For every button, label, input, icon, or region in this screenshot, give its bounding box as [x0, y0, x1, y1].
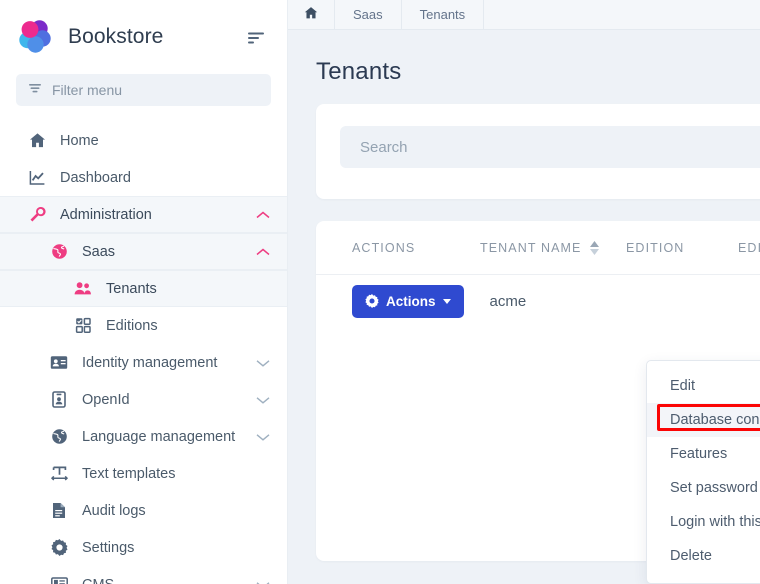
filter-menu-wrapper: [0, 74, 287, 106]
search-card: [316, 104, 760, 199]
sidebar-item-home[interactable]: Home: [0, 122, 287, 159]
filter-icon: [28, 81, 42, 100]
row-actions-button[interactable]: Actions: [352, 285, 464, 318]
breadcrumb-item-tenants[interactable]: Tenants: [402, 0, 485, 29]
sidebar-item-identity-management[interactable]: Identity management: [0, 344, 287, 381]
column-header-tenant-name[interactable]: TENANT NAME: [480, 241, 626, 255]
sidebar-nav: Home Dashboard Administration: [0, 122, 287, 584]
document-icon: [48, 502, 70, 519]
table-header-row: ACTIONS TENANT NAME EDITION EDIT: [316, 221, 760, 275]
sidebar-item-audit-logs[interactable]: Audit logs: [0, 492, 287, 529]
cell-tenant-name: acme: [490, 293, 527, 310]
sidebar-item-openid[interactable]: OpenId: [0, 381, 287, 418]
chevron-down-icon[interactable]: [255, 358, 271, 368]
sidebar-item-text-templates[interactable]: Text templates: [0, 455, 287, 492]
menu-item-delete[interactable]: Delete: [647, 539, 760, 573]
globe-icon: [48, 428, 70, 445]
row-actions-button-label: Actions: [386, 294, 436, 309]
search-box[interactable]: [340, 126, 760, 168]
column-header-edit-truncated: EDIT: [738, 241, 760, 255]
actions-dropdown-menu: Edit Database connection strings Feature…: [646, 360, 760, 584]
sidebar-item-tenants[interactable]: Tenants: [0, 270, 287, 307]
sort-arrows-icon[interactable]: [590, 241, 599, 255]
column-header-label: TENANT NAME: [480, 241, 581, 255]
sidebar-item-label: Saas: [82, 244, 115, 260]
grid-squares-icon: [72, 317, 94, 334]
wrench-icon: [26, 206, 48, 223]
breadcrumb-item-saas[interactable]: Saas: [335, 0, 402, 29]
home-icon: [304, 6, 318, 23]
sidebar-item-label: OpenId: [82, 392, 130, 408]
chevron-up-icon[interactable]: [255, 210, 271, 220]
page-title: Tenants: [288, 30, 760, 104]
chevron-down-icon[interactable]: [255, 580, 271, 584]
sidebar-item-cms[interactable]: CMS: [0, 566, 287, 584]
chart-line-icon: [26, 169, 48, 186]
chevron-down-icon[interactable]: [255, 432, 271, 442]
filter-menu-box[interactable]: [16, 74, 271, 106]
chevron-up-icon[interactable]: [255, 247, 271, 257]
globe-icon: [48, 243, 70, 260]
sidebar-item-settings[interactable]: Settings: [0, 529, 287, 566]
search-input[interactable]: [360, 139, 756, 156]
sidebar-item-administration[interactable]: Administration: [0, 196, 287, 233]
text-width-icon: [48, 466, 70, 481]
column-header-edition: EDITION: [626, 241, 738, 255]
filter-menu-input[interactable]: [52, 82, 259, 98]
sidebar-item-label: Dashboard: [60, 170, 131, 186]
menu-collapse-icon[interactable]: [243, 24, 269, 50]
sidebar-item-label: CMS: [82, 577, 114, 584]
main-content: Saas Tenants Tenants ACTIONS TENANT NAME…: [288, 0, 760, 584]
sidebar-item-label: Audit logs: [82, 503, 146, 519]
sidebar-item-label: Text templates: [82, 466, 176, 482]
sidebar-item-dashboard[interactable]: Dashboard: [0, 159, 287, 196]
sidebar-item-label: Settings: [82, 540, 134, 556]
menu-item-login-with-this-tenant[interactable]: Login with this tenant: [647, 505, 760, 539]
id-card-icon: [48, 355, 70, 370]
gear-icon: [48, 539, 70, 556]
brand-name: Bookstore: [68, 25, 163, 49]
newspaper-icon: [48, 577, 70, 584]
sidebar-item-saas[interactable]: Saas: [0, 233, 287, 270]
sidebar-item-label: Language management: [82, 429, 235, 445]
breadcrumb-home[interactable]: [288, 0, 335, 29]
sidebar: Bookstore: [0, 0, 288, 584]
menu-item-set-password[interactable]: Set password: [647, 471, 760, 505]
breadcrumb: Saas Tenants: [288, 0, 760, 30]
menu-item-features[interactable]: Features: [647, 437, 760, 471]
table-row: Actions acme: [316, 275, 760, 327]
gear-icon: [365, 294, 379, 308]
sidebar-item-label: Editions: [106, 318, 158, 334]
brand-header: Bookstore: [0, 0, 287, 74]
menu-item-database-connection-strings[interactable]: Database connection strings: [647, 403, 760, 437]
users-icon: [72, 281, 94, 296]
app-root: Bookstore: [0, 0, 760, 584]
sidebar-item-editions[interactable]: Editions: [0, 307, 287, 344]
home-icon: [26, 132, 48, 149]
id-badge-icon: [48, 391, 70, 408]
flower-logo-icon: [14, 16, 56, 58]
sidebar-item-label: Home: [60, 133, 99, 149]
column-header-actions: ACTIONS: [352, 241, 480, 255]
chevron-down-icon[interactable]: [255, 395, 271, 405]
menu-item-edit[interactable]: Edit: [647, 369, 760, 403]
sidebar-item-label: Tenants: [106, 281, 157, 297]
sidebar-item-language-management[interactable]: Language management: [0, 418, 287, 455]
caret-down-icon: [443, 299, 451, 304]
sidebar-item-label: Administration: [60, 207, 152, 223]
sidebar-item-label: Identity management: [82, 355, 217, 371]
